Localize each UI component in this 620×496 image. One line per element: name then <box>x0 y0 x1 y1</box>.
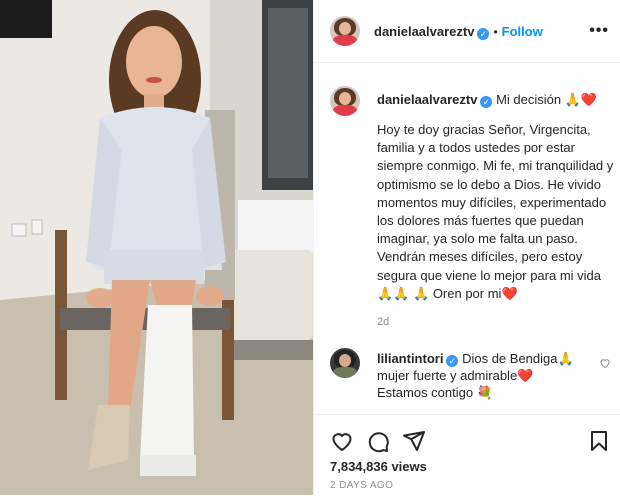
pray-emoji: 🙏 <box>557 351 574 366</box>
like-icon[interactable] <box>330 429 354 453</box>
comment: liliantintori ✓ Dios de Bendiga🙏 mujer fu… <box>377 350 603 401</box>
heart-emoji: ❤️ <box>501 285 518 301</box>
header-username[interactable]: danielaalvareztv <box>374 24 474 39</box>
heart-emoji: ❤️ <box>580 92 598 107</box>
share-icon[interactable] <box>402 429 426 453</box>
comment-text-b: mujer fuerte y admirable <box>377 368 518 383</box>
post-header: danielaalvareztv ✓ • Follow ••• <box>314 0 620 63</box>
verified-icon: ✓ <box>477 28 490 40</box>
caption-avatar[interactable] <box>330 86 360 116</box>
verified-icon: ✓ <box>480 96 493 108</box>
bouquet-emoji: 💐 <box>476 385 493 400</box>
comment-text-a: Dios de Bendiga <box>462 351 558 366</box>
view-count: 7,834,836 views <box>330 459 427 474</box>
save-icon[interactable] <box>587 429 611 453</box>
separator-dot: • <box>493 25 498 39</box>
pray-emoji: 🙏 <box>377 285 394 301</box>
comment-icon[interactable] <box>366 429 390 453</box>
comment-text-c: Estamos contigo <box>377 385 474 400</box>
caption-title: Mi decisión <box>496 92 562 107</box>
photo-illustration <box>0 0 313 495</box>
action-bar: 7,834,836 views 2 DAYS AGO <box>314 414 620 496</box>
caption-body: Hoy te doy gracias Señor, Virgencita, fa… <box>377 122 614 283</box>
pray-emoji: 🙏 <box>564 92 581 107</box>
heart-emoji: ❤️ <box>517 368 534 383</box>
caption-end: Oren por mi <box>432 285 502 301</box>
verified-icon: ✓ <box>446 355 459 367</box>
commenter-avatar[interactable] <box>330 348 360 378</box>
caption-username[interactable]: danielaalvareztv <box>377 92 477 107</box>
more-options-icon[interactable]: ••• <box>589 22 609 40</box>
follow-button[interactable]: Follow <box>502 24 543 39</box>
commenter-username[interactable]: liliantintori <box>377 351 443 366</box>
comment-like-icon[interactable] <box>599 356 611 374</box>
pray-emoji: 🙏 <box>393 285 410 301</box>
post-timestamp[interactable]: 2 DAYS AGO <box>330 480 393 491</box>
avatar[interactable] <box>330 16 360 46</box>
caption-text: Hoy te doy gracias Señor, Virgencita, fa… <box>377 121 615 303</box>
post-panel: danielaalvareztv ✓ • Follow ••• danielaalva… <box>313 0 620 495</box>
caption-header: danielaalvareztv ✓ Mi decisión 🙏❤️ <box>377 92 597 108</box>
pray-emoji: 🙏 <box>413 285 430 301</box>
caption-age[interactable]: 2d <box>377 316 389 328</box>
post-photo[interactable] <box>0 0 313 495</box>
